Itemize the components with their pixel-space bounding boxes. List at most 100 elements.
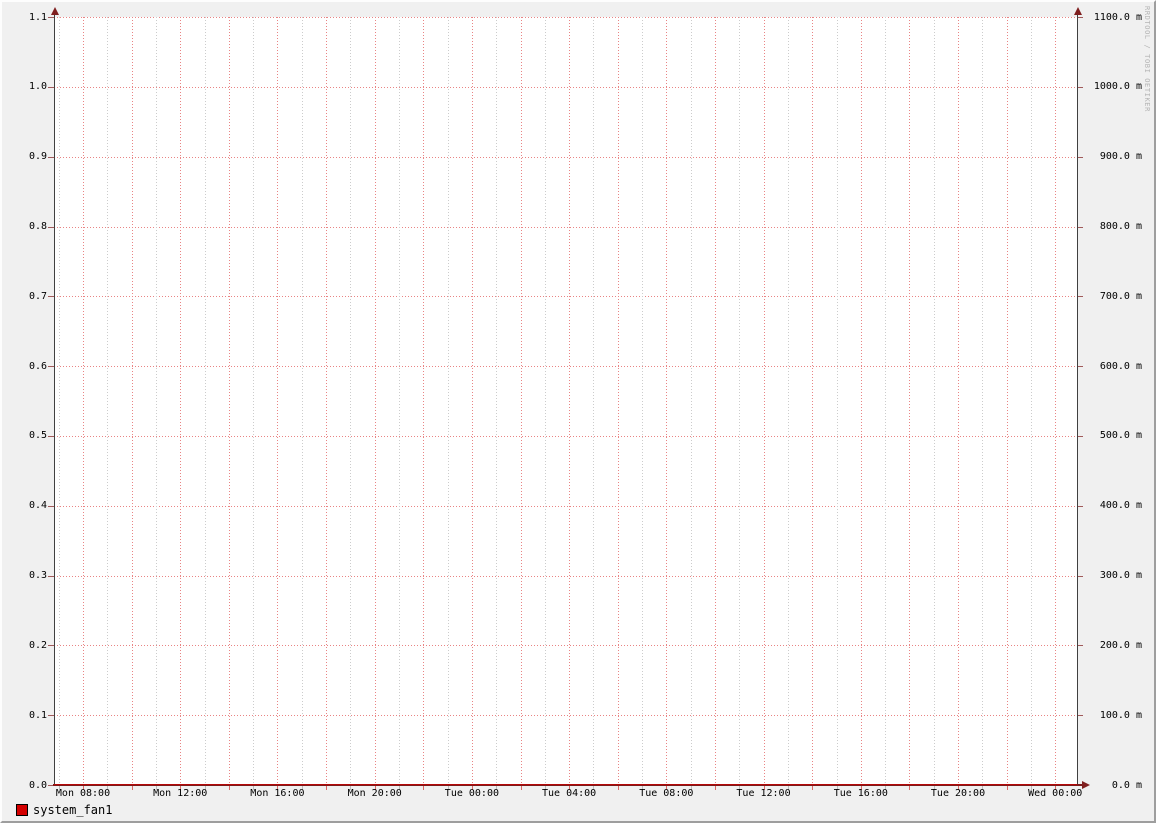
x-tick [423, 786, 425, 790]
y-axis-right-label: 900.0 m [1099, 151, 1142, 163]
x-axis-label: Mon 16:00 [250, 788, 305, 799]
gridline-vertical-major [958, 17, 959, 785]
gridline-horizontal-major [54, 17, 1077, 18]
y-axis-left-label: 0.1 [28, 709, 47, 721]
y-axis-right-label: 800.0 m [1099, 221, 1142, 232]
gridline-vertical-major [180, 17, 182, 785]
y-axis-right-label: 1100.0 m [1093, 11, 1142, 23]
gridline-vertical-minor [155, 17, 157, 785]
y-axis-right-label: 300.0 m [1099, 570, 1142, 581]
y-axis-right-label: 700.0 m [1099, 290, 1142, 302]
y-axis-right-label: 500.0 m [1099, 430, 1142, 442]
y-axis-left-label: 0.4 [28, 500, 47, 512]
x-axis-label: Mon 20:00 [347, 788, 402, 799]
gridline-vertical-major [812, 17, 814, 785]
gridline-vertical-minor [933, 17, 935, 785]
x-axis-label: Tue 04:00 [542, 788, 597, 799]
gridline-vertical-minor [787, 17, 789, 785]
x-tick [1006, 786, 1008, 790]
gridline-vertical-minor [399, 17, 400, 785]
gridline-vertical-major [374, 17, 376, 785]
gridline-vertical-major [909, 17, 911, 785]
gridline-vertical-minor [593, 17, 595, 785]
gridline-vertical-major [714, 17, 716, 785]
y-axis-right-line [1077, 12, 1078, 786]
legend: system_fan1 [16, 803, 112, 817]
gridline-horizontal-major [54, 366, 1077, 368]
watermark-text: RRDTOOL / TOBI OETIKER [1143, 6, 1151, 112]
x-tick [131, 786, 133, 790]
x-axis-label: Tue 20:00 [930, 788, 986, 799]
gridline-vertical-major [83, 17, 84, 785]
legend-swatch-system_fan1 [16, 804, 28, 816]
rrdtool-graph: 0.0 0.1 0.2 0.3 0.4 0.5 0.6 0.7 0.8 0.9 1.0 1.1 0.0… [0, 0, 1156, 823]
gridline-vertical-major [666, 17, 668, 785]
gridline-horizontal-major [54, 505, 1077, 507]
gridline-horizontal-major [54, 156, 1077, 158]
y-axis-left-label: 1.1 [28, 11, 47, 23]
gridline-vertical-major [471, 17, 473, 785]
gridline-vertical-minor [836, 17, 838, 785]
x-tick [520, 786, 522, 790]
x-tick [714, 786, 716, 790]
gridline-vertical-minor [690, 17, 692, 785]
gridline-vertical-minor [642, 17, 643, 785]
y-axis-right-label: 100.0 m [1099, 709, 1142, 721]
y-axis-left-label: 1.0 [28, 81, 47, 93]
gridline-vertical-minor [301, 17, 303, 785]
y-axis-right-label: 1000.0 m [1093, 81, 1142, 93]
gridline-vertical-major [423, 17, 425, 785]
x-tick [909, 786, 911, 790]
y-axis-right-label: 200.0 m [1099, 639, 1142, 651]
gridline-vertical-minor [253, 17, 255, 785]
y-axis-left-label: 0.3 [28, 570, 47, 581]
gridline-horizontal-major [54, 226, 1077, 228]
y-axis-left-line [54, 12, 55, 786]
gridline-vertical-major [131, 17, 133, 785]
x-axis-label: Mon 12:00 [153, 788, 208, 799]
gridline-horizontal-major [54, 86, 1077, 88]
x-axis-label: Wed 00:00 [1028, 788, 1083, 799]
y-axis-left-label: 0.0 [28, 779, 47, 791]
x-tick [617, 786, 619, 790]
gridline-vertical-major [1055, 17, 1057, 785]
gridline-vertical-minor [982, 17, 984, 785]
y-axis-left-label: 0.5 [28, 430, 47, 442]
gridline-vertical-major [617, 17, 619, 785]
gridline-vertical-major [228, 17, 230, 785]
gridline-vertical-major [1006, 17, 1008, 785]
plot-area [54, 17, 1077, 785]
y-axis-left-label: 0.2 [28, 639, 47, 651]
gridline-vertical-major [763, 17, 765, 785]
gridline-vertical-minor [885, 17, 887, 785]
gridline-vertical-minor [350, 17, 352, 785]
y-axis-left-label: 0.6 [28, 360, 47, 372]
gridline-vertical-major [860, 17, 862, 785]
gridline-vertical-minor [107, 17, 109, 785]
x-tick [326, 786, 328, 790]
x-axis-label: Tue 12:00 [736, 788, 791, 799]
y-axis-right-arrow-icon [1073, 7, 1082, 15]
gridline-vertical-minor [204, 17, 206, 785]
gridline-vertical-major [520, 17, 522, 785]
series-line-system_fan1 [54, 784, 1077, 785]
gridline-vertical-minor [58, 17, 60, 785]
gridline-vertical-minor [496, 17, 498, 785]
legend-label: system_fan1 [33, 802, 113, 817]
x-tick [228, 786, 230, 790]
gridline-horizontal-major [54, 715, 1077, 717]
gridline-vertical-major [569, 17, 571, 785]
y-axis-right-label: 400.0 m [1099, 500, 1142, 512]
x-axis-label: Tue 08:00 [639, 788, 694, 799]
gridline-vertical-minor [739, 17, 741, 785]
x-tick [812, 786, 814, 790]
gridline-horizontal-major [54, 575, 1077, 577]
gridline-horizontal-major [54, 645, 1077, 647]
x-axis-label: Tue 16:00 [833, 788, 888, 799]
gridline-vertical-major [277, 17, 279, 785]
x-axis-label: Mon 08:00 [55, 788, 111, 799]
gridline-vertical-minor [544, 17, 546, 785]
y-axis-left-label: 0.9 [28, 151, 47, 163]
gridline-vertical-minor [447, 17, 449, 785]
gridline-vertical-major [326, 17, 328, 785]
